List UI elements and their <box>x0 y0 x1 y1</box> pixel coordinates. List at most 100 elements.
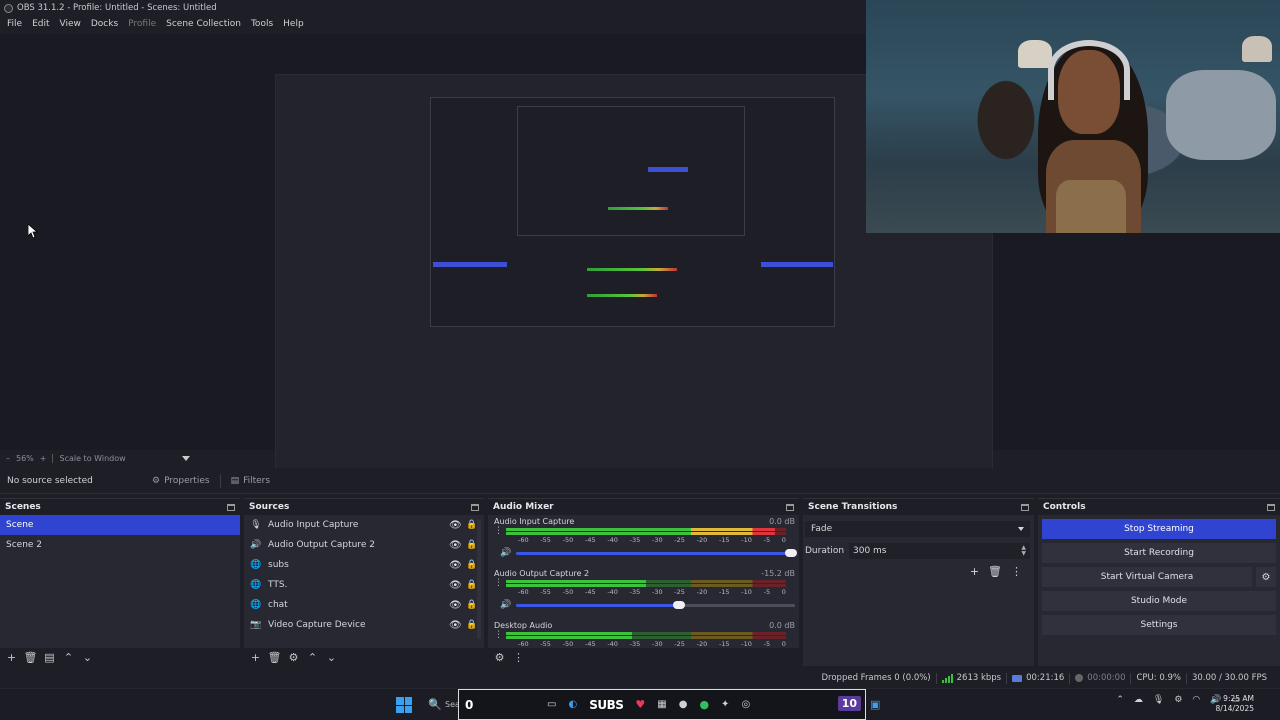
menu-tools[interactable]: Tools <box>246 19 278 29</box>
source-item[interactable]: 🎙 Audio Input Capture 👁 🔒 <box>244 515 484 535</box>
menu-help[interactable]: Help <box>278 19 309 29</box>
settings-button[interactable]: Settings <box>1042 615 1276 635</box>
start-virtual-camera-button[interactable]: Start Virtual Camera <box>1042 567 1252 587</box>
gear-icon[interactable]: ⚙ <box>1256 567 1276 587</box>
steam-icon[interactable]: ✦ <box>721 699 729 710</box>
menu-docks[interactable]: Docks <box>86 19 123 29</box>
speaker-icon[interactable]: 🔊 <box>500 548 511 558</box>
duration-value: 300 ms <box>853 546 887 556</box>
kebab-menu-icon[interactable]: ⋮ <box>494 631 503 640</box>
stream-overlay-bar: 0 ▭ ◐ SUBS ♥ ▦ ● ● ✦ ◎ 10 <box>458 689 866 720</box>
edge-icon[interactable]: ◐ <box>568 699 577 710</box>
globe-icon: 🌐 <box>250 600 262 610</box>
undock-icon[interactable] <box>786 503 794 511</box>
taskbar-clock[interactable]: 9:25 AM 8/14/2025 <box>1216 694 1254 714</box>
settings-tray-icon[interactable]: ⚙ <box>1174 695 1182 705</box>
mic-tray-icon[interactable]: 🎙 <box>1153 695 1164 705</box>
volume-slider-handle[interactable] <box>785 548 797 557</box>
meter-ticks: -60 -55 -50 -45 -40 -35 -30 -25 -20 -15 -10 -5 0 <box>518 640 786 648</box>
kebab-menu-icon[interactable]: ⋮ <box>494 579 503 588</box>
menu-file[interactable]: File <box>2 19 27 29</box>
zoom-out-icon[interactable]: – <box>6 454 10 463</box>
eye-icon[interactable]: 👁 <box>449 540 462 551</box>
move-up-icon[interactable]: ⌃ <box>63 652 74 663</box>
stop-streaming-button[interactable]: Stop Streaming <box>1042 519 1276 539</box>
calculator-icon[interactable]: ▦ <box>657 699 666 710</box>
properties-button[interactable]: ⚙ Properties <box>145 471 217 491</box>
undock-icon[interactable] <box>1021 503 1029 511</box>
volume-slider[interactable] <box>516 548 797 557</box>
eye-icon[interactable]: 👁 <box>449 580 462 591</box>
gear-icon[interactable]: ⚙ <box>288 652 299 663</box>
add-scene-icon[interactable]: + <box>6 652 17 663</box>
scenes-dock: Scenes Scene Scene 2 + 🗑 ▤ ⌃ ⌄ <box>0 498 240 666</box>
studio-mode-button[interactable]: Studio Mode <box>1042 591 1276 611</box>
source-item[interactable]: 📷 Video Capture Device 👁 🔒 <box>244 615 484 635</box>
speaker-icon[interactable]: 🔊 <box>500 600 511 610</box>
obs-taskbar-icon[interactable]: ◎ <box>741 699 750 710</box>
meter-tick-label: -35 <box>629 640 641 648</box>
eye-icon[interactable]: 👁 <box>449 620 462 631</box>
move-down-icon[interactable]: ⌄ <box>82 652 93 663</box>
source-item[interactable]: 🌐 subs 👁 🔒 <box>244 555 484 575</box>
wifi-icon[interactable]: ◠ <box>1192 695 1200 705</box>
eye-icon[interactable]: 👁 <box>449 560 462 571</box>
scene-filters-icon[interactable]: ▤ <box>44 652 55 663</box>
filters-button[interactable]: ▤ Filters <box>224 471 278 491</box>
meter-tick-label: -40 <box>607 588 618 596</box>
meter-tick-label: 0 <box>781 536 786 544</box>
add-source-icon[interactable]: + <box>250 652 261 663</box>
menu-view[interactable]: View <box>55 19 86 29</box>
start-recording-button[interactable]: Start Recording <box>1042 543 1276 563</box>
source-name: Video Capture Device <box>268 620 366 630</box>
zoom-mode-select[interactable]: Scale to Window <box>59 454 190 463</box>
menu-edit[interactable]: Edit <box>27 19 54 29</box>
volume-slider-row: 🔊 <box>500 600 795 610</box>
move-up-icon[interactable]: ⌃ <box>307 652 318 663</box>
source-item[interactable]: 🔊 Audio Output Capture 2 👁 🔒 <box>244 535 484 555</box>
terminal-icon[interactable]: ▣ <box>870 698 880 711</box>
eye-icon[interactable]: 👁 <box>449 520 462 531</box>
taskbar-app-icon[interactable]: ▭ <box>547 699 556 710</box>
cloud-icon[interactable]: ☁ <box>1134 695 1143 705</box>
add-transition-icon[interactable]: + <box>970 565 979 578</box>
nested-stop-streaming <box>761 262 833 267</box>
volume-slider-handle[interactable] <box>673 600 686 609</box>
mixer-settings-icon[interactable]: ⚙ <box>494 652 505 663</box>
zoom-in-icon[interactable]: + <box>40 454 47 463</box>
menu-scene-collection[interactable]: Scene Collection <box>161 19 246 29</box>
meter-tick-label: -15 <box>718 536 730 544</box>
undock-icon[interactable] <box>227 503 235 511</box>
spinner-icon[interactable]: ▲ ▼ <box>1021 545 1026 557</box>
volume-slider[interactable] <box>516 600 795 609</box>
windows-start-icon[interactable] <box>396 697 412 713</box>
stream-time: 00:21:16 <box>1026 673 1065 683</box>
eye-icon[interactable]: 👁 <box>449 600 462 611</box>
spotify-icon[interactable]: ● <box>699 698 709 711</box>
move-down-icon[interactable]: ⌄ <box>326 652 337 663</box>
meter-tick-label: -10 <box>741 588 752 596</box>
undock-icon[interactable] <box>471 503 479 511</box>
chevron-up-icon[interactable]: ⌃ <box>1116 695 1124 705</box>
menu-profile[interactable]: Profile <box>123 19 161 29</box>
trash-icon[interactable]: 🗑 <box>988 565 1002 578</box>
kebab-menu-icon[interactable]: ⋮ <box>513 652 524 663</box>
source-item[interactable]: 🌐 TTS. 👁 🔒 <box>244 575 484 595</box>
mic-app-icon[interactable]: ● <box>679 699 688 710</box>
sources-scrollbar[interactable] <box>477 519 481 639</box>
scenes-header: Scenes <box>0 499 240 515</box>
search-icon[interactable]: 🔍 <box>428 698 442 711</box>
filters-label: Filters <box>243 475 271 486</box>
clock-date: 8/14/2025 <box>1215 704 1254 713</box>
scene-item[interactable]: Scene 2 <box>0 535 240 555</box>
scene-item[interactable]: Scene <box>0 515 240 535</box>
undock-icon[interactable] <box>1267 503 1275 511</box>
kebab-menu-icon[interactable]: ⋮ <box>1011 565 1022 578</box>
source-item[interactable]: 🌐 chat 👁 🔒 <box>244 595 484 615</box>
obs-logo-icon <box>4 3 13 13</box>
trash-icon[interactable]: 🗑 <box>24 652 38 663</box>
transition-select[interactable]: Fade <box>805 521 1030 537</box>
duration-input[interactable]: 300 ms ▲ ▼ <box>849 543 1030 559</box>
kebab-menu-icon[interactable]: ⋮ <box>494 527 503 536</box>
trash-icon[interactable]: 🗑 <box>268 652 282 663</box>
